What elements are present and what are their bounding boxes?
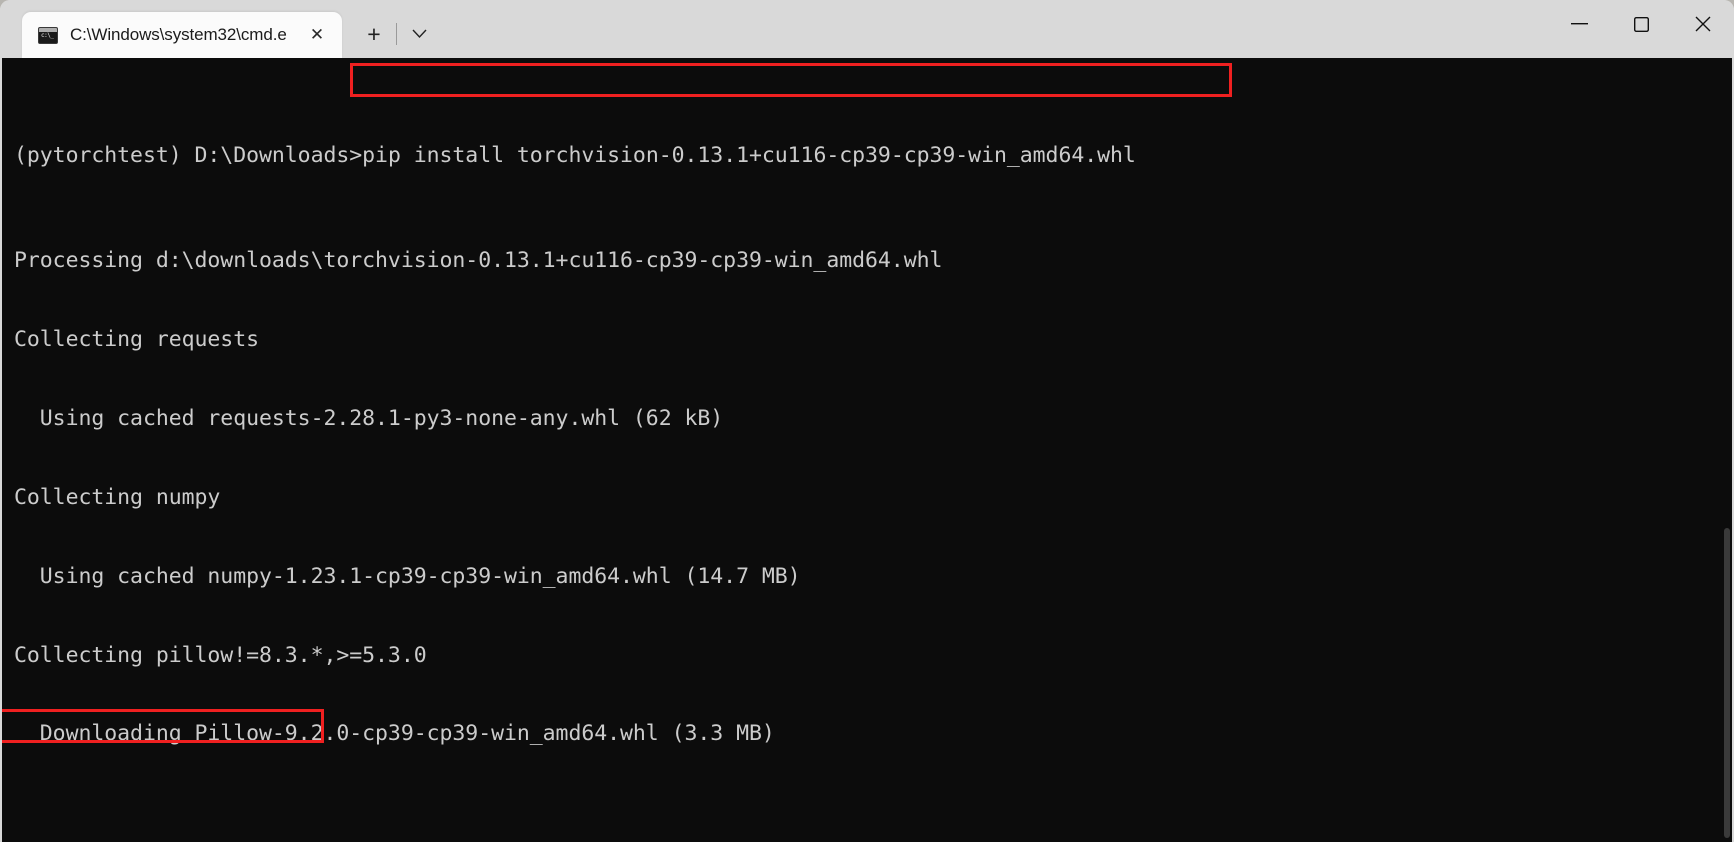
terminal-line: Using cached requests-2.28.1-py3-none-an… [14,406,1732,432]
terminal-scrollbar[interactable] [1724,58,1732,842]
output-text: Collecting requests [14,326,259,352]
download-progress-line: 3.3/3.3 MB 590.5 kB/s eta 0:00:00 [14,827,1732,842]
minimize-button[interactable] [1548,0,1610,48]
terminal-line: (pytorchtest) D:\Downloads>pip install t… [14,143,1732,169]
output-text: Downloading Pillow-9.2.0-cp39-cp39-win_a… [14,721,775,747]
terminal-line: Processing d:\downloads\torchvision-0.13… [14,248,1732,274]
terminal-line: Downloading Pillow-9.2.0-cp39-cp39-win_a… [14,721,1732,747]
console-icon [38,26,58,44]
terminal-line: Using cached numpy-1.23.1-cp39-cp39-win_… [14,564,1732,590]
terminal-line: Collecting numpy [14,485,1732,511]
tabstrip-divider [396,23,397,45]
terminal-body[interactable]: (pytorchtest) D:\Downloads>pip install t… [2,58,1732,842]
terminal-screen: (pytorchtest) D:\Downloads>pip install t… [14,64,1732,842]
output-text: Collecting numpy [14,484,221,510]
title-bar: C:\Windows\system32\cmd.e ✕ + [0,0,1734,58]
terminal-window: C:\Windows\system32\cmd.e ✕ + [0,0,1734,842]
output-text: Using cached requests-2.28.1-py3-none-an… [14,405,724,431]
prompt-text: (pytorchtest) D:\Downloads> [14,142,363,168]
window-controls [1548,0,1734,48]
new-tab-button[interactable]: + [354,12,394,56]
close-tab-icon[interactable]: ✕ [302,20,332,50]
tab-strip: C:\Windows\system32\cmd.e ✕ + [0,0,439,58]
command-text: pip install torchvision-0.13.1+cu116-cp3… [362,142,1136,168]
terminal-line: Collecting requests [14,327,1732,353]
output-text: Processing d:\downloads\torchvision-0.13… [14,248,943,274]
maximize-button[interactable] [1610,0,1672,48]
chevron-down-icon[interactable] [399,12,439,56]
tab-title: C:\Windows\system32\cmd.e [70,25,287,44]
tab-cmd[interactable]: C:\Windows\system32\cmd.e ✕ [22,12,342,58]
scrollbar-thumb[interactable] [1724,528,1730,838]
terminal-line: Collecting pillow!=8.3.*,>=5.3.0 [14,643,1732,669]
output-text: Using cached numpy-1.23.1-cp39-cp39-win_… [14,563,801,589]
close-button[interactable] [1672,0,1734,48]
output-text: Collecting pillow!=8.3.*,>=5.3.0 [14,642,427,668]
